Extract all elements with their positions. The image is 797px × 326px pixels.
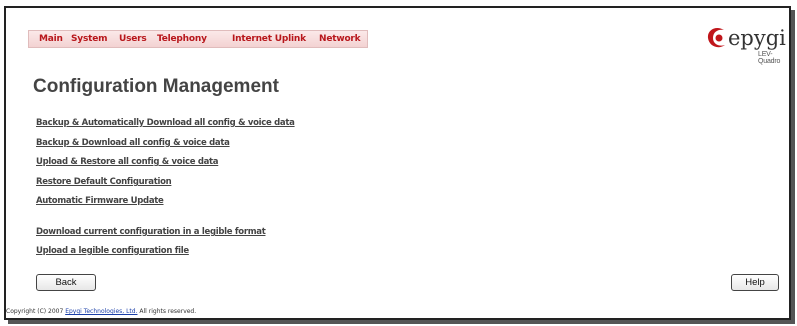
upload-restore-link[interactable]: Upload & Restore all config & voice data: [36, 157, 219, 167]
help-button[interactable]: Help: [731, 274, 779, 291]
copyright-prefix: Copyright (C) 2007: [6, 308, 66, 315]
firmware-update-link[interactable]: Automatic Firmware Update: [36, 196, 164, 206]
copyright-footer: Copyright (C) 2007 Epygi Technologies, L…: [6, 308, 196, 315]
company-link[interactable]: Epygi Technologies, Ltd.: [65, 308, 137, 315]
page-title: Configuration Management: [33, 76, 279, 97]
menu-item-main[interactable]: Main: [39, 34, 63, 44]
backup-auto-download-link[interactable]: Backup & Automatically Download all conf…: [36, 118, 295, 128]
download-legible-config-link[interactable]: Download current configuration in a legi…: [36, 227, 266, 237]
device-model-label: LEV-Quadro: [758, 51, 781, 65]
menu-item-users[interactable]: Users: [119, 34, 147, 44]
menu-item-network[interactable]: Network: [319, 34, 361, 44]
back-button[interactable]: Back: [36, 274, 96, 291]
upload-legible-config-link[interactable]: Upload a legible configuration file: [36, 246, 189, 256]
copyright-suffix: All rights reserved.: [137, 308, 197, 315]
backup-download-link[interactable]: Backup & Download all config & voice dat…: [36, 138, 230, 148]
menu-item-telephony[interactable]: Telephony: [157, 34, 207, 44]
epygi-logo: epygi LEV-Quadro: [706, 26, 786, 65]
epygi-swirl-icon: [707, 27, 725, 48]
restore-default-link[interactable]: Restore Default Configuration: [36, 177, 172, 187]
frame-shadow-bottom: [8, 320, 795, 324]
main-menu-bar: Main System Users Telephony Internet Upl…: [28, 30, 368, 48]
menu-item-internet-uplink[interactable]: Internet Uplink: [232, 34, 306, 44]
logo-wordmark: epygi: [728, 26, 786, 50]
frame-shadow-right: [791, 10, 795, 322]
menu-item-system[interactable]: System: [71, 34, 107, 44]
